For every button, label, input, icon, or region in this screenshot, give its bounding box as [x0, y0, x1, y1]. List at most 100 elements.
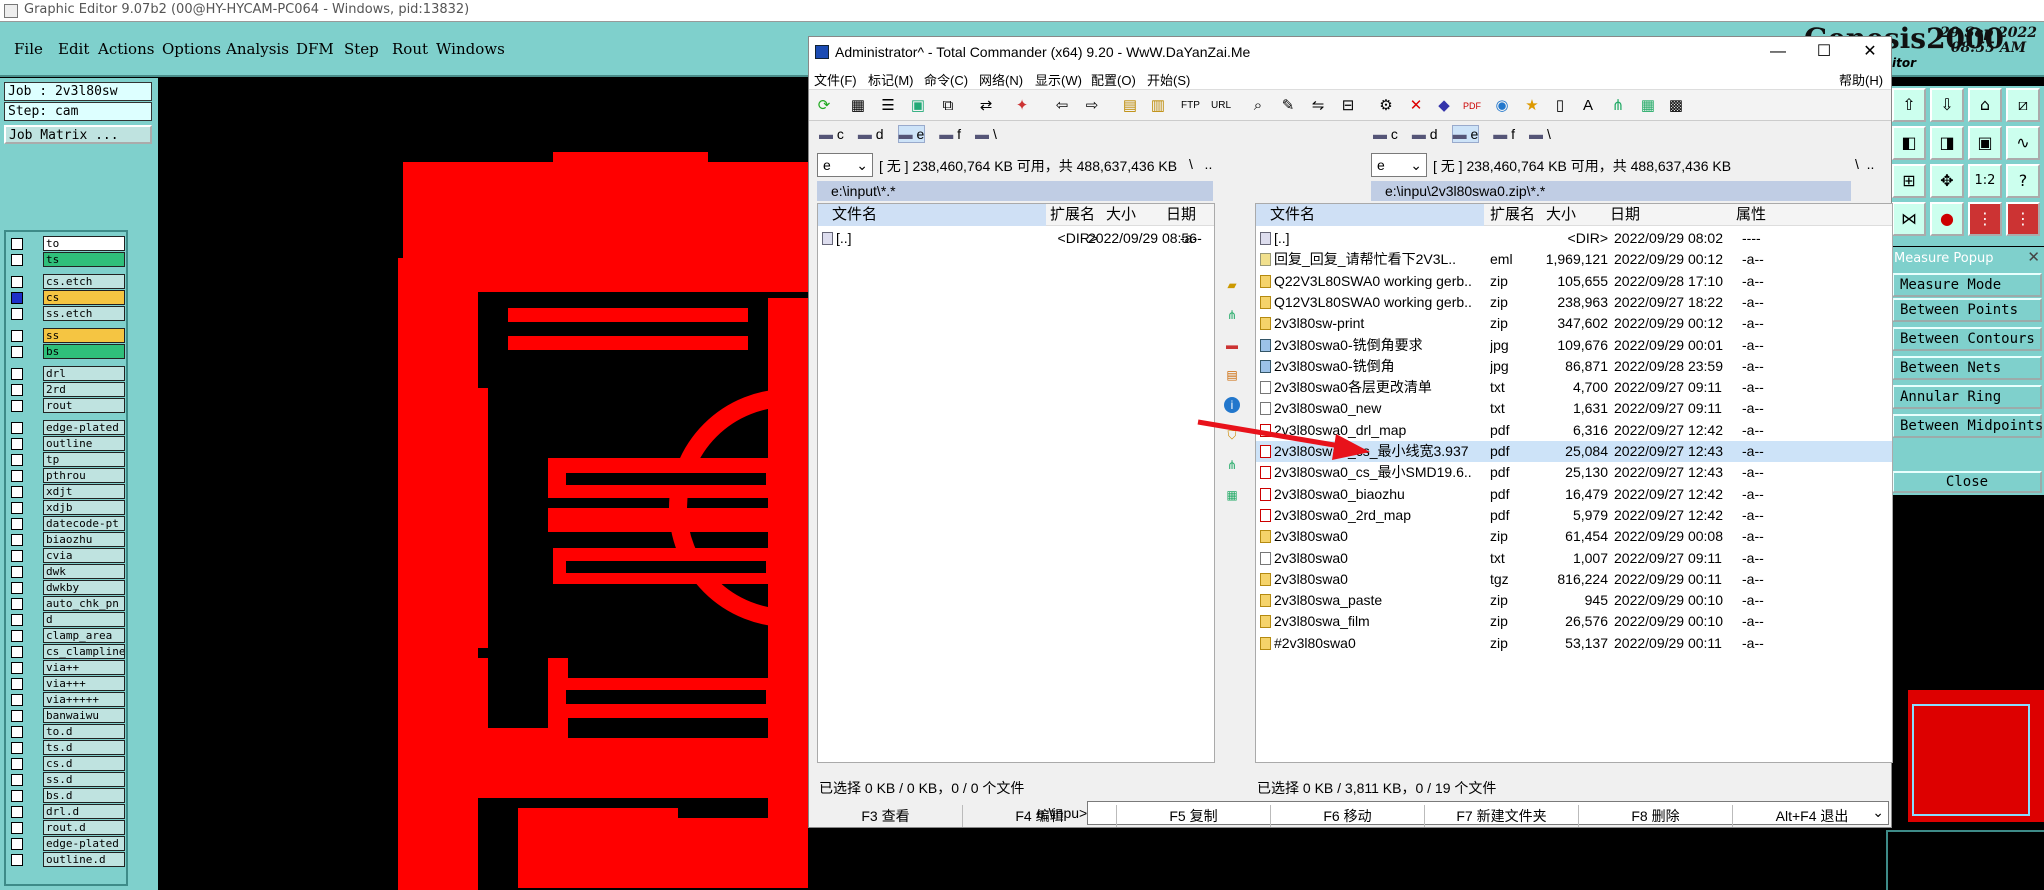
layer-name[interactable]: datecode-pt	[43, 516, 125, 531]
archive-icon[interactable]: ▤	[1224, 367, 1240, 383]
left-file-panel[interactable]: 文件名 扩展名 大小 日期 属性 [..]<DIR>2022/09/29 08:…	[817, 203, 1215, 763]
layer-row[interactable]: cs.etch	[9, 274, 127, 289]
layer-checkbox[interactable]	[11, 582, 23, 594]
layer-row[interactable]: edge-plated	[9, 420, 127, 435]
url-icon[interactable]: URL	[1211, 97, 1231, 115]
pdf-icon[interactable]: PDF	[1463, 97, 1481, 115]
between-contours-button[interactable]: Between Contours	[1892, 327, 2042, 351]
layer-row[interactable]: ss.d	[9, 772, 127, 787]
header-ext[interactable]: 扩展名	[1490, 204, 1535, 226]
layer-checkbox[interactable]	[11, 710, 23, 722]
file-row[interactable]: 2v3l80swa_paste zip 945 2022/09/29 00:10 -a-…	[1256, 590, 1892, 611]
layer-row[interactable]: via++	[9, 660, 127, 675]
upload-icon[interactable]: ⇧	[1892, 88, 1926, 122]
layer-row[interactable]: via+++++	[9, 692, 127, 707]
left-root-button[interactable]: \ ..	[1189, 156, 1212, 172]
search-icon[interactable]: ⌕	[1249, 97, 1267, 115]
layer-name[interactable]: bs	[43, 344, 125, 359]
layer-row[interactable]: via+++	[9, 676, 127, 691]
layer-checkbox[interactable]	[11, 854, 23, 866]
layer-row[interactable]: cs_clampline	[9, 644, 127, 659]
layer-row[interactable]: outline	[9, 436, 127, 451]
layer-checkbox[interactable]	[11, 822, 23, 834]
layer-row[interactable]: outline.d	[9, 852, 127, 867]
drive-button[interactable]: ▬ c	[1373, 126, 1398, 142]
download-icon[interactable]: ⇩	[1930, 88, 1964, 122]
layer-row[interactable]: clamp_area	[9, 628, 127, 643]
drive-button[interactable]: ▬ c	[819, 126, 844, 142]
layer-name[interactable]: ts.d	[43, 740, 125, 755]
layer-name[interactable]: banwaiwu	[43, 708, 125, 723]
header-ext[interactable]: 扩展名	[1050, 204, 1095, 226]
file-row[interactable]: 2v3l80swa0 zip 61,454 2022/09/29 00:08 -a--	[1256, 526, 1892, 547]
layer-checkbox[interactable]	[11, 346, 23, 358]
tc-menu-net[interactable]: 网络(N)	[979, 70, 1023, 89]
layer-name[interactable]: cs.d	[43, 756, 125, 771]
tc-menu-commands[interactable]: 命令(C)	[924, 70, 968, 89]
snap-left-icon[interactable]: ◧	[1892, 126, 1926, 160]
f4-edit-button[interactable]: F4 编辑	[963, 805, 1117, 827]
header-attr[interactable]: 属性	[1736, 204, 1766, 226]
layer-checkbox[interactable]	[11, 566, 23, 578]
ftp-icon[interactable]: FTP	[1181, 97, 1200, 115]
tree-icon[interactable]: ⧉	[939, 97, 957, 115]
settings-icon[interactable]: ⚙	[1377, 97, 1395, 115]
tc-menu-file[interactable]: 文件(F)	[814, 70, 857, 89]
layer-name[interactable]: pthrou	[43, 468, 125, 483]
header-date[interactable]: 日期	[1166, 204, 1196, 226]
minimize-icon[interactable]: —	[1755, 37, 1801, 67]
drive-button[interactable]: ▬ f	[939, 126, 961, 142]
pack-icon[interactable]: ▤	[1121, 97, 1139, 115]
measure-close-button[interactable]: Close	[1892, 471, 2042, 493]
layer-checkbox[interactable]	[11, 292, 23, 304]
layer-name[interactable]: rout.d	[43, 820, 125, 835]
file-row[interactable]: 2v3l80swa0 txt 1,007 2022/09/27 09:11 -a--	[1256, 548, 1892, 569]
layer-name[interactable]: ts	[43, 252, 125, 267]
layer-checkbox[interactable]	[11, 368, 23, 380]
layer-row[interactable]: ss	[9, 328, 127, 343]
f5-copy-button[interactable]: F5 复制	[1117, 805, 1271, 827]
document-icon[interactable]: ▯	[1551, 97, 1569, 115]
layer-row[interactable]: rout.d	[9, 820, 127, 835]
f7-newfolder-button[interactable]: F7 新建文件夹	[1425, 805, 1579, 827]
layer-row[interactable]: auto_chk_pn	[9, 596, 127, 611]
thumbnail-icon[interactable]: ▣	[909, 97, 927, 115]
probe-icon[interactable]: ●	[1930, 202, 1964, 236]
snap-right-icon[interactable]: ◨	[1930, 126, 1964, 160]
layer-row[interactable]: 2rd	[9, 382, 127, 397]
header-filename[interactable]: 文件名	[818, 204, 1046, 226]
layer-checkbox[interactable]	[11, 694, 23, 706]
select-icon[interactable]: ✦	[1013, 97, 1031, 115]
tc-menu-start[interactable]: 开始(S)	[1147, 70, 1190, 89]
layer-name[interactable]: bs.d	[43, 788, 125, 803]
drive-button[interactable]: ▬ \	[975, 126, 997, 142]
layer-checkbox[interactable]	[11, 790, 23, 802]
menu-rout[interactable]: Rout	[392, 40, 428, 58]
between-nets-button[interactable]: Between Nets	[1892, 356, 2042, 380]
detail-view-icon[interactable]: ☰	[879, 97, 897, 115]
fit-icon[interactable]: ⊞	[1892, 164, 1926, 198]
layer-name[interactable]: rout	[43, 398, 125, 413]
layer-row[interactable]: d	[9, 612, 127, 627]
layer-checkbox[interactable]	[11, 550, 23, 562]
file-row[interactable]: 2v3l80swa0各层更改清单 txt 4,700 2022/09/27 09:11…	[1256, 377, 1892, 398]
forward-icon[interactable]: ⇨	[1083, 97, 1101, 115]
layer-checkbox[interactable]	[11, 470, 23, 482]
layer-name[interactable]: xdjb	[43, 500, 125, 515]
layer-name[interactable]: to.d	[43, 724, 125, 739]
layer-name[interactable]: drl.d	[43, 804, 125, 819]
layer-name[interactable]: cs	[43, 290, 125, 305]
layer-name[interactable]: clamp_area	[43, 628, 125, 643]
layer-name[interactable]: auto_chk_pn	[43, 596, 125, 611]
layer-checkbox[interactable]	[11, 774, 23, 786]
file-row[interactable]: [..] <DIR> 2022/09/29 08:02 ----	[1256, 228, 1892, 249]
altf4-exit-button[interactable]: Alt+F4 退出	[1733, 805, 1891, 827]
help-icon[interactable]: ?	[2006, 164, 2040, 198]
header-date[interactable]: 日期	[1610, 204, 1640, 226]
back-icon[interactable]: ⇦	[1053, 97, 1071, 115]
network-icon[interactable]: ⋈	[1892, 202, 1926, 236]
drive-button[interactable]: ▬ e	[1451, 125, 1480, 143]
layer-checkbox[interactable]	[11, 454, 23, 466]
layer-name[interactable]: 2rd	[43, 382, 125, 397]
netlist-icon[interactable]: ⋮	[1968, 202, 2002, 236]
